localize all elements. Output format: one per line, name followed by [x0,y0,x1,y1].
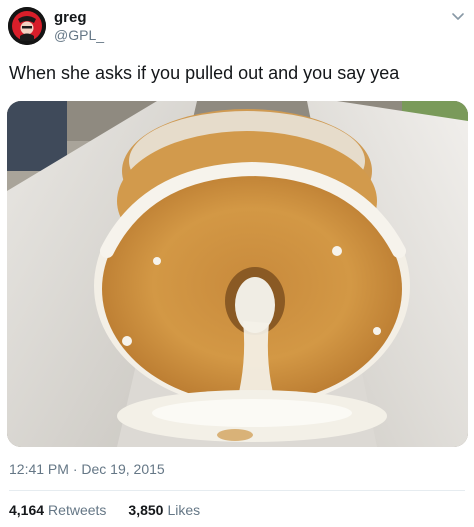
tweet-card: greg @GPL_ When she asks if you pulled o… [0,0,474,527]
retweets-label: Retweets [48,502,107,518]
tweet-time[interactable]: 12:41 PM [9,461,69,477]
user-handle[interactable]: @GPL_ [54,27,104,43]
retweets-stat[interactable]: 4,164 Retweets [9,502,106,518]
likes-label: Likes [167,502,201,518]
likes-count: 3,850 [128,502,164,518]
tweet-photo[interactable] [7,101,468,447]
profile-avatar-icon [8,7,46,45]
tweet-stats: 4,164 Retweets 3,850 Likes [9,502,200,518]
divider [9,490,465,491]
tweet-text: When she asks if you pulled out and you … [9,63,400,83]
avatar[interactable] [8,7,46,45]
timestamp-separator: · [72,461,78,477]
tweet-date[interactable]: Dec 19, 2015 [81,461,164,477]
likes-stat[interactable]: 3,850 Likes [128,502,200,518]
tweet-timestamp[interactable]: 12:41 PM · Dec 19, 2015 [9,461,165,477]
chevron-down-icon[interactable] [450,8,466,24]
retweets-count: 4,164 [9,502,45,518]
display-name[interactable]: greg [54,9,87,26]
